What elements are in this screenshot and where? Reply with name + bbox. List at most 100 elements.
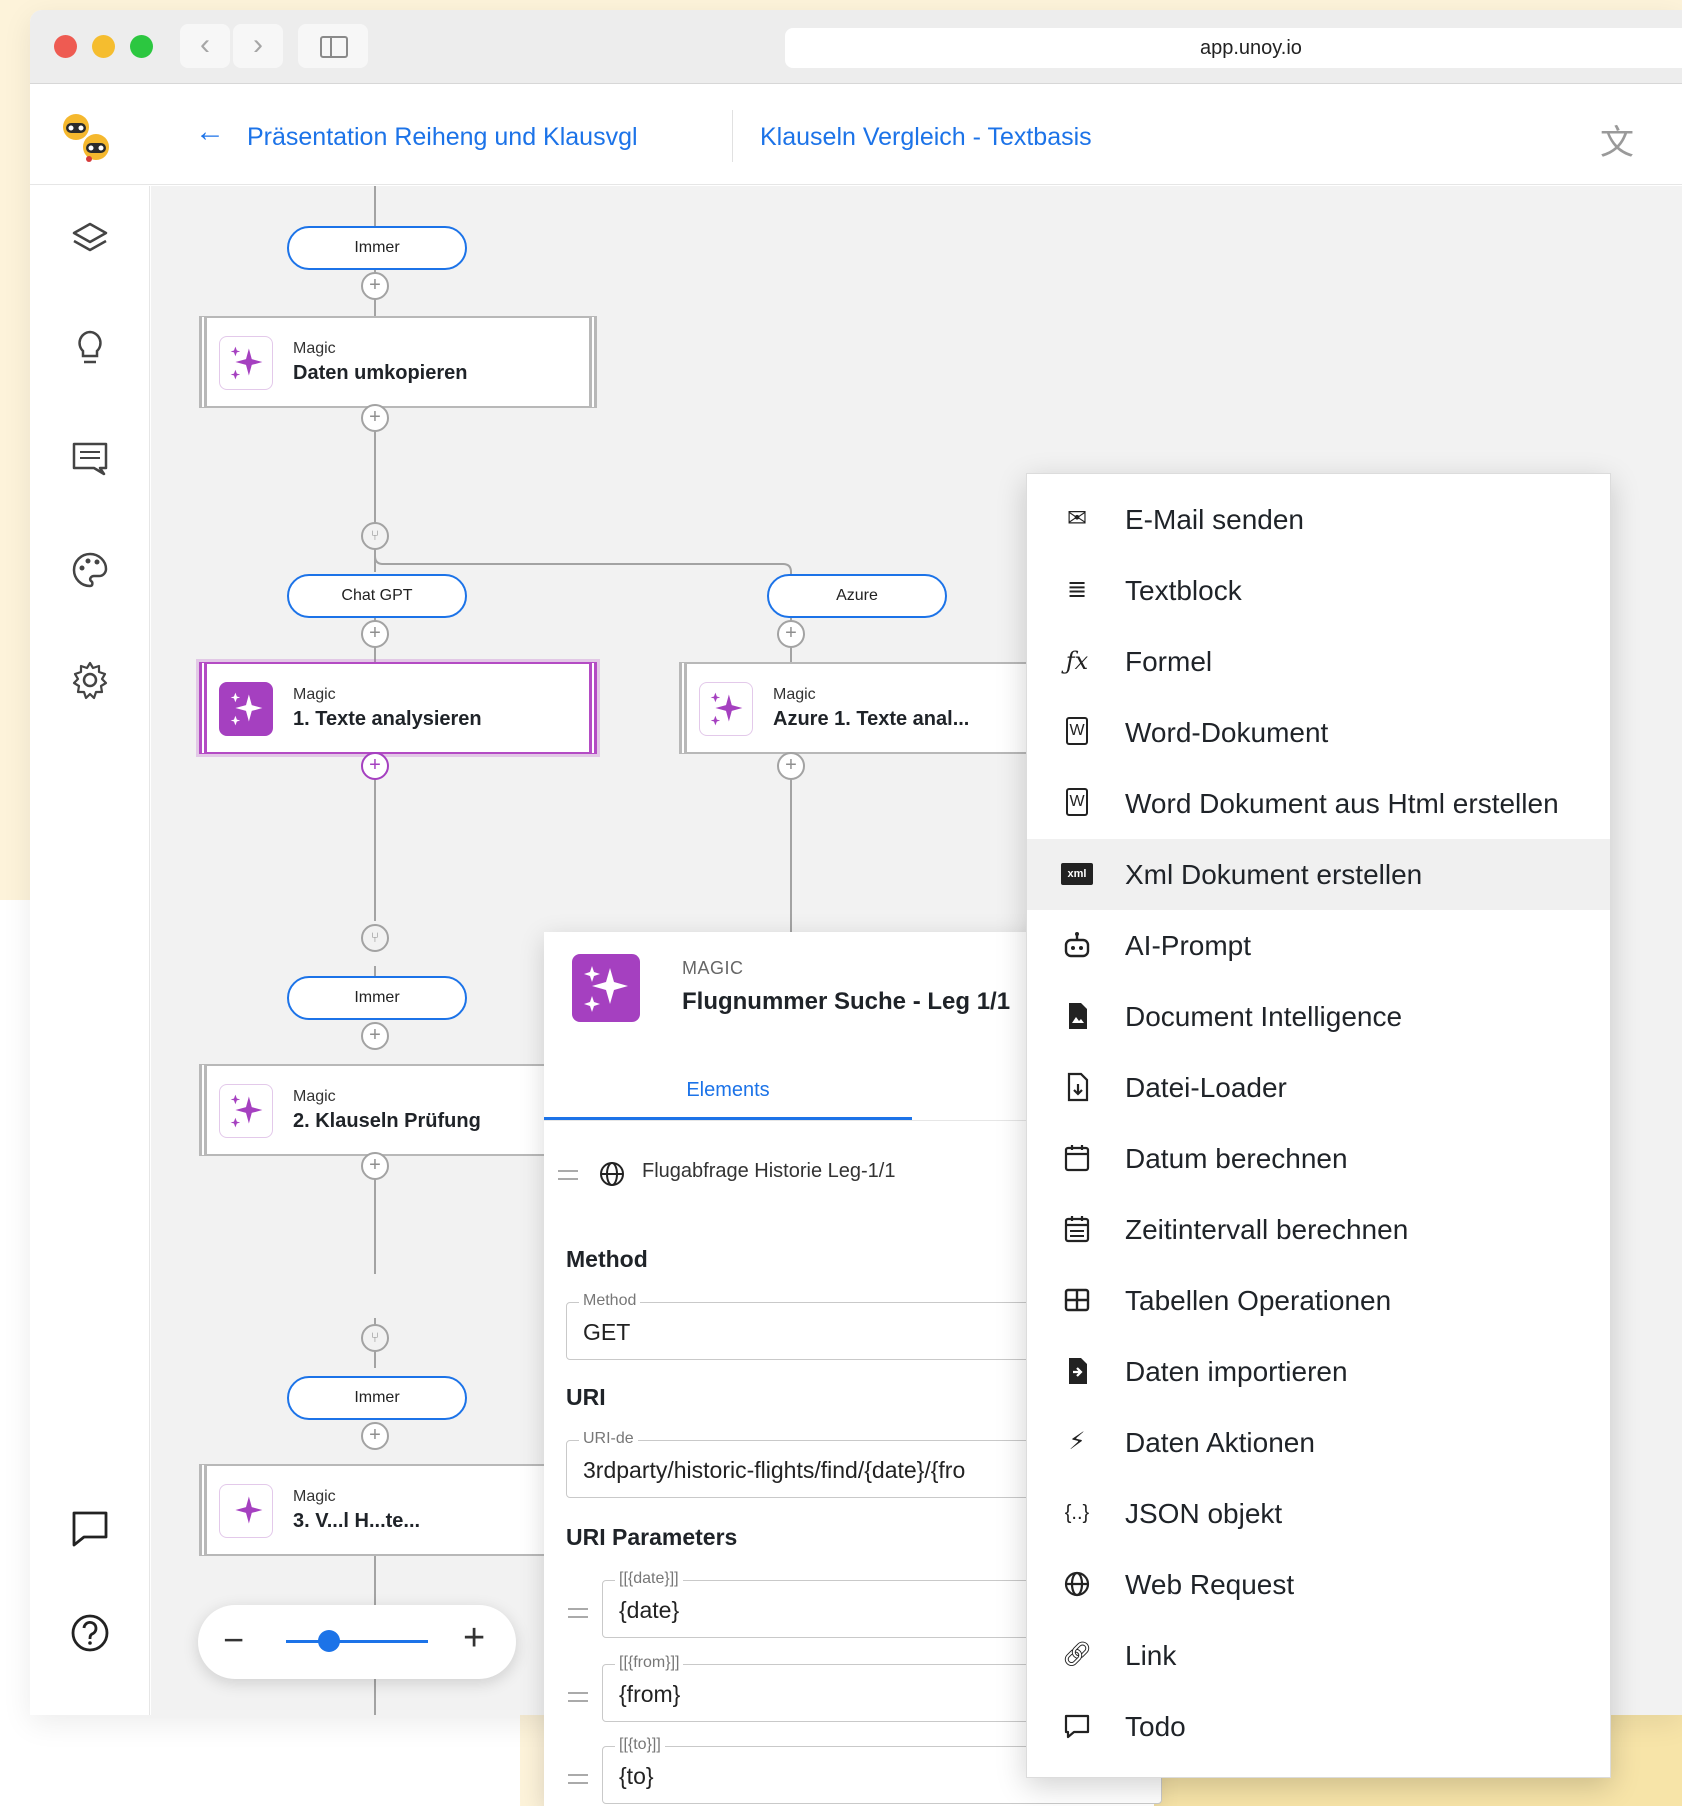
sparkle-icon [219, 1484, 273, 1538]
link-icon: 🔗︎ [1061, 1641, 1093, 1668]
uri-section-title: URI [566, 1384, 606, 1410]
email-send-icon: ✉ [1066, 505, 1088, 532]
function-icon: ƒx [1065, 647, 1089, 675]
menu-item-web-request[interactable]: Web Request [1027, 1549, 1610, 1620]
menu-item-datum-berechnen[interactable]: Datum berechnen [1027, 1123, 1610, 1194]
condition-pill-immer[interactable]: Immer [287, 1376, 467, 1420]
chat-icon[interactable] [68, 1506, 112, 1550]
menu-item-json-objekt[interactable]: {..} JSON objekt [1027, 1478, 1610, 1549]
sidebar-icon [320, 36, 348, 58]
node-kind: Magic [293, 686, 336, 703]
address-bar[interactable]: app.unoy.io [785, 28, 1682, 68]
node-kind: Magic [293, 1488, 336, 1505]
sparkle-icon [219, 336, 273, 390]
add-step-button[interactable]: + [361, 620, 389, 648]
node-title: 2. Klauseln Prüfung [293, 1110, 481, 1132]
branch-icon[interactable]: ⑂ [361, 924, 389, 952]
condition-pill-chat-gpt[interactable]: Chat GPT [287, 574, 467, 618]
lightning-icon: ⚡ [1068, 1428, 1086, 1455]
zoom-in-button[interactable]: + [463, 1617, 485, 1660]
menu-item-xml-dokument[interactable]: xml Xml Dokument erstellen [1027, 839, 1610, 910]
lightbulb-icon[interactable] [68, 326, 112, 370]
drag-handle-icon[interactable] [568, 1774, 588, 1784]
menu-item-document-intelligence[interactable]: Document Intelligence [1027, 981, 1610, 1052]
sidebar-toggle-button[interactable] [298, 24, 368, 68]
comment-icon [1064, 1714, 1090, 1739]
menu-item-word-aus-html[interactable]: W Word Dokument aus Html erstellen [1027, 768, 1610, 839]
url-text: app.unoy.io [1200, 37, 1302, 59]
gear-icon[interactable] [68, 658, 112, 702]
translate-icon[interactable]: 文 [1600, 115, 1634, 164]
tab-elements[interactable]: Elements [544, 1062, 912, 1118]
message-list-icon[interactable] [68, 436, 112, 480]
menu-item-daten-aktionen[interactable]: ⚡ Daten Aktionen [1027, 1407, 1610, 1478]
zoom-slider-thumb[interactable] [318, 1630, 340, 1652]
menu-item-daten-importieren[interactable]: Daten importieren [1027, 1336, 1610, 1407]
element-name[interactable]: Flugabfrage Historie Leg-1/1 [642, 1160, 895, 1183]
panel-kind: MAGIC [682, 958, 744, 978]
breadcrumb-current[interactable]: Klauseln Vergleich - Textbasis [760, 123, 1092, 152]
add-step-menu: ✉ E-Mail senden ≣ Textblock ƒx Formel W … [1026, 473, 1611, 1778]
flow-node-azure-texte[interactable]: Magic Azure 1. Texte anal... [679, 662, 1077, 754]
branch-icon[interactable]: ⑂ [361, 1324, 389, 1352]
menu-item-ai-prompt[interactable]: AI-Prompt [1027, 910, 1610, 981]
layers-icon[interactable] [68, 216, 112, 260]
breadcrumb-parent-link[interactable]: Präsentation Reiheng und Klausvgl [247, 123, 638, 152]
menu-item-formel[interactable]: ƒx Formel [1027, 626, 1610, 697]
drag-handle-icon[interactable] [558, 1170, 578, 1180]
flow-node-daten-umkopieren[interactable]: Magic Daten umkopieren [199, 316, 597, 408]
condition-pill-immer[interactable]: Immer [287, 226, 467, 270]
branch-icon[interactable]: ⑂ [361, 522, 389, 550]
word-file-icon: W [1066, 717, 1088, 745]
close-window-button[interactable] [54, 35, 77, 58]
menu-item-e-mail-senden[interactable]: ✉ E-Mail senden [1027, 484, 1610, 555]
condition-pill-azure[interactable]: Azure [767, 574, 947, 618]
menu-item-link[interactable]: 🔗︎ Link [1027, 1620, 1610, 1691]
flow-node-klauseln-pruefung[interactable]: Magic 2. Klauseln Prüfung [199, 1064, 597, 1156]
breadcrumb-divider [732, 110, 733, 162]
back-arrow-icon[interactable]: ← [195, 115, 225, 149]
help-icon[interactable] [68, 1611, 112, 1655]
menu-item-word-dokument[interactable]: W Word-Dokument [1027, 697, 1610, 768]
zoom-out-button[interactable]: − [223, 1619, 244, 1661]
menu-item-tabellen-operationen[interactable]: Tabellen Operationen [1027, 1265, 1610, 1336]
robot-logo-icon[interactable] [56, 109, 116, 165]
xml-icon: xml [1061, 863, 1093, 885]
condition-pill-immer[interactable]: Immer [287, 976, 467, 1020]
chevron-left-icon: ‹ [200, 28, 210, 61]
node-title: Daten umkopieren [293, 362, 468, 384]
robot-icon [1064, 932, 1090, 958]
drag-handle-icon[interactable] [568, 1608, 588, 1618]
add-step-button[interactable]: + [777, 752, 805, 780]
menu-item-zeitintervall[interactable]: Zeitintervall berechnen [1027, 1194, 1610, 1265]
menu-item-textblock[interactable]: ≣ Textblock [1027, 555, 1610, 626]
add-step-button[interactable]: + [361, 1152, 389, 1180]
sparkle-icon [219, 682, 273, 736]
add-step-button[interactable]: + [777, 620, 805, 648]
browser-titlebar: ‹ › app.unoy.io [30, 10, 1682, 84]
browser-forward-button[interactable]: › [233, 24, 283, 68]
browser-back-button[interactable]: ‹ [180, 24, 230, 68]
panel-title: Flugnummer Suche - Leg 1/1 [682, 988, 1011, 1015]
menu-item-datei-loader[interactable]: Datei-Loader [1027, 1052, 1610, 1123]
add-step-button[interactable]: + [361, 1022, 389, 1050]
palette-icon[interactable] [68, 548, 112, 592]
globe-icon [1064, 1571, 1090, 1597]
node-title: Azure 1. Texte anal... [773, 708, 970, 730]
table-icon [1064, 1288, 1090, 1312]
add-step-button[interactable]: + [361, 404, 389, 432]
sparkle-icon [572, 954, 640, 1022]
minimize-window-button[interactable] [92, 35, 115, 58]
add-step-button[interactable]: + [361, 272, 389, 300]
maximize-window-button[interactable] [130, 35, 153, 58]
method-section-title: Method [566, 1246, 648, 1272]
flow-node-step-3[interactable]: Magic 3. V...l H...te... [199, 1464, 597, 1556]
add-step-button[interactable]: + [361, 1422, 389, 1450]
zoom-slider-track[interactable] [286, 1640, 428, 1643]
node-kind: Magic [293, 1088, 336, 1105]
flow-node-texte-analysieren[interactable]: Magic 1. Texte analysieren [199, 662, 597, 754]
drag-handle-icon[interactable] [568, 1692, 588, 1702]
braces-icon: {..} [1064, 1502, 1090, 1524]
add-step-button[interactable]: + [361, 752, 389, 780]
menu-item-todo[interactable]: Todo [1027, 1691, 1610, 1762]
